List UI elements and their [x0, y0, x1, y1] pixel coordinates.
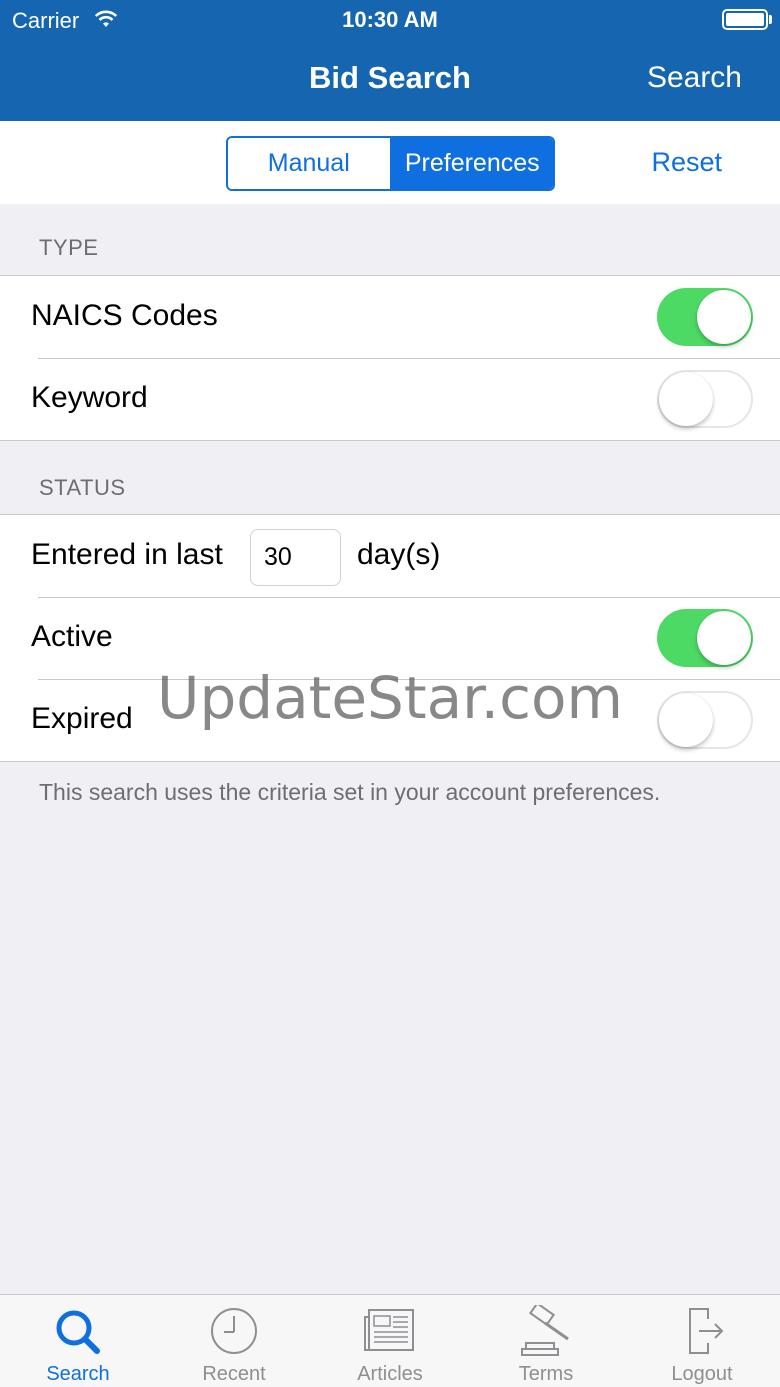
- mode-segmented-control: Manual Preferences: [226, 136, 555, 191]
- battery-tip: [769, 15, 772, 24]
- battery-icon: [722, 9, 768, 30]
- naics-toggle[interactable]: [657, 288, 753, 346]
- segment-manual[interactable]: Manual: [228, 138, 392, 189]
- preferences-footnote: This search uses the criteria set in you…: [39, 779, 661, 805]
- tab-terms-label: Terms: [518, 1363, 574, 1385]
- segment-preferences[interactable]: Preferences: [391, 138, 553, 189]
- days-input[interactable]: 30: [250, 529, 341, 586]
- segment-bar: Manual Preferences Reset: [0, 121, 780, 204]
- naics-label: NAICS Codes: [31, 299, 218, 332]
- tab-recent[interactable]: Recent: [156, 1295, 312, 1387]
- watermark-text: UpdateStar.com: [157, 664, 623, 732]
- clock-icon: [211, 1308, 257, 1354]
- active-label: Active: [31, 620, 113, 653]
- toggle-knob: [697, 290, 751, 344]
- search-button[interactable]: Search: [647, 61, 742, 95]
- entered-in-last-row: Entered in last 30 day(s): [0, 515, 780, 597]
- entered-in-last-label: Entered in last: [31, 538, 223, 571]
- tab-logout[interactable]: Logout: [624, 1295, 780, 1387]
- logout-icon: [689, 1308, 724, 1354]
- tab-search-label: Search: [46, 1363, 110, 1385]
- naics-row: NAICS Codes: [0, 276, 780, 358]
- tab-articles-label: Articles: [357, 1363, 423, 1385]
- tab-logout-label: Logout: [671, 1363, 733, 1385]
- status-time: 10:30 AM: [342, 7, 438, 32]
- type-group: NAICS Codes Keyword: [0, 275, 780, 441]
- type-section-header: TYPE: [39, 235, 99, 260]
- status-bar: Carrier 10:30 AM: [0, 0, 780, 40]
- keyword-label: Keyword: [31, 381, 148, 414]
- tab-bar: Search Recent Articles Terms Logout: [0, 1294, 780, 1387]
- tab-recent-label: Recent: [202, 1363, 266, 1385]
- search-icon: [56, 1310, 100, 1354]
- tab-articles[interactable]: Articles: [312, 1295, 468, 1387]
- tab-terms[interactable]: Terms: [468, 1295, 624, 1387]
- tab-search[interactable]: Search: [0, 1295, 156, 1387]
- toggle-knob: [697, 611, 751, 665]
- status-section-header: STATUS: [39, 475, 126, 500]
- keyword-row: Keyword: [0, 358, 780, 440]
- active-toggle[interactable]: [657, 609, 753, 667]
- toggle-knob: [659, 372, 713, 426]
- days-suffix-label: day(s): [357, 538, 441, 571]
- nav-header: Carrier 10:30 AM Bid Search Search: [0, 0, 780, 121]
- reset-button[interactable]: Reset: [651, 147, 722, 178]
- gavel-icon: [521, 1305, 569, 1356]
- keyword-toggle[interactable]: [657, 370, 753, 428]
- newspaper-icon: [364, 1309, 414, 1351]
